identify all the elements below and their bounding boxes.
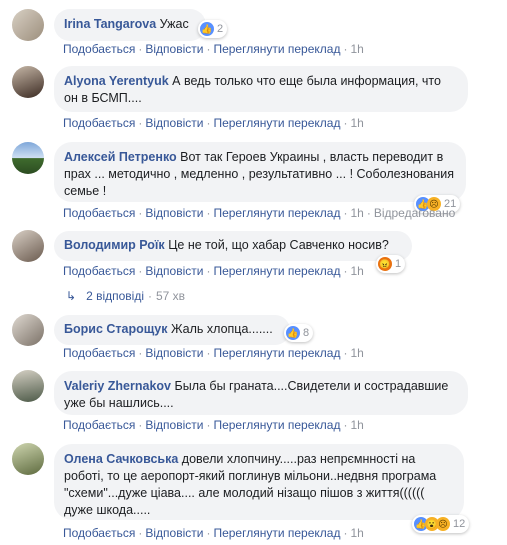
separator: ·: [138, 206, 143, 220]
reply-button[interactable]: Відповісти: [145, 42, 203, 56]
like-button[interactable]: Подобається: [63, 526, 135, 540]
like-button[interactable]: Подобається: [63, 206, 135, 220]
reply-button[interactable]: Відповісти: [145, 116, 203, 130]
separator: ·: [138, 264, 143, 278]
comment-time[interactable]: 1h: [350, 418, 363, 432]
separator: ·: [206, 526, 211, 540]
comment-actions: Подобається · Відповісти · Переглянути перек…: [63, 526, 364, 540]
reaction-summary[interactable]: 👍 2: [198, 20, 228, 38]
angry-icon: 😠: [378, 257, 392, 271]
comment-bubble: Володимир Роїк Це не той, що хабар Савче…: [54, 231, 412, 261]
separator: ·: [138, 42, 143, 56]
separator: ·: [138, 526, 143, 540]
reaction-summary[interactable]: 👍 😮 ☹ 12: [412, 515, 470, 533]
separator: ·: [343, 206, 348, 220]
comment-time[interactable]: 1h: [350, 264, 363, 278]
comment-actions: Подобається · Відповісти · Переглянути перек…: [63, 206, 455, 220]
comment-time[interactable]: 1h: [350, 42, 363, 56]
comment-author[interactable]: Олена Сачковська: [64, 452, 178, 466]
translate-button[interactable]: Переглянути переклад: [213, 346, 340, 360]
reply-button[interactable]: Відповісти: [145, 264, 203, 278]
reaction-count: 1: [395, 258, 402, 270]
comment-author[interactable]: Алексей Петренко: [64, 150, 177, 164]
avatar[interactable]: [12, 66, 44, 98]
reaction-count: 2: [217, 23, 224, 35]
comment-bubble: Олена Сачковська довели хлопчину.....раз…: [54, 444, 464, 520]
comment-actions: Подобається · Відповісти · Переглянути перек…: [63, 264, 364, 278]
reply-button[interactable]: Відповісти: [145, 526, 203, 540]
separator: ·: [343, 526, 348, 540]
translate-button[interactable]: Переглянути переклад: [213, 418, 340, 432]
comment-author[interactable]: Irina Tangarova: [64, 17, 156, 31]
like-button[interactable]: Подобається: [63, 418, 135, 432]
like-button[interactable]: Подобається: [63, 264, 135, 278]
comment-actions: Подобається · Відповісти · Переглянути перек…: [63, 116, 364, 130]
like-icon: 👍: [200, 22, 214, 36]
view-replies[interactable]: ↳ 2 відповіді · 57 хв: [66, 289, 185, 303]
avatar[interactable]: [12, 314, 44, 346]
comment-author[interactable]: Alyona Yerentyuk: [64, 74, 169, 88]
avatar[interactable]: [12, 443, 44, 475]
avatar[interactable]: [12, 9, 44, 41]
reaction-summary[interactable]: 😠 1: [376, 255, 406, 273]
translate-button[interactable]: Переглянути переклад: [213, 116, 340, 130]
translate-button[interactable]: Переглянути переклад: [213, 264, 340, 278]
reply-arrow-icon: ↳: [66, 289, 77, 303]
separator: ·: [343, 42, 348, 56]
comment-bubble: Alyona Yerentyuk А ведь только что еще б…: [54, 66, 468, 112]
separator: ·: [138, 418, 143, 432]
translate-button[interactable]: Переглянути переклад: [213, 42, 340, 56]
avatar[interactable]: [12, 370, 44, 402]
reaction-count: 12: [453, 518, 466, 530]
avatar[interactable]: [12, 142, 44, 174]
reaction-count: 8: [303, 327, 310, 339]
reply-button[interactable]: Відповісти: [145, 346, 203, 360]
avatar[interactable]: [12, 230, 44, 262]
comment-text: Це не той, що хабар Савченко носив?: [168, 238, 389, 252]
separator: ·: [366, 206, 371, 220]
reaction-summary[interactable]: 👍 8: [284, 324, 314, 342]
translate-button[interactable]: Переглянути переклад: [213, 206, 340, 220]
separator: ·: [343, 418, 348, 432]
separator: ·: [206, 264, 211, 278]
comment-author[interactable]: Борис Старощук: [64, 322, 168, 336]
comment-bubble: Борис Старощук Жаль хлопца.......: [54, 315, 290, 345]
like-button[interactable]: Подобається: [63, 42, 135, 56]
comment-actions: Подобається · Відповісти · Переглянути перек…: [63, 42, 364, 56]
separator: ·: [206, 206, 211, 220]
separator: ·: [206, 42, 211, 56]
comment-actions: Подобається · Відповісти · Переглянути перек…: [63, 418, 364, 432]
separator: ·: [343, 264, 348, 278]
like-button[interactable]: Подобається: [63, 346, 135, 360]
replies-time: 57 хв: [156, 289, 186, 303]
separator: ·: [148, 289, 152, 303]
comment-bubble: Irina Tangarova Ужас: [54, 9, 206, 41]
comment-time[interactable]: 1h: [350, 116, 363, 130]
comment-bubble: Алексей Петренко Вот так Героев Украины …: [54, 142, 466, 202]
translate-button[interactable]: Переглянути переклад: [213, 526, 340, 540]
like-button[interactable]: Подобається: [63, 116, 135, 130]
comment-actions: Подобається · Відповісти · Переглянути перек…: [63, 346, 364, 360]
like-icon: 👍: [286, 326, 300, 340]
comment-bubble: Valeriy Zhernakov Была бы граната....Сви…: [54, 371, 468, 415]
comment-time[interactable]: 1h: [350, 206, 363, 220]
edited-label[interactable]: Відредаговано: [374, 206, 455, 220]
comment-author[interactable]: Володимир Роїк: [64, 238, 165, 252]
comment-text: Жаль хлопца.......: [170, 322, 273, 336]
separator: ·: [343, 116, 348, 130]
reply-button[interactable]: Відповісти: [145, 418, 203, 432]
replies-count[interactable]: 2 відповіді: [86, 289, 144, 303]
separator: ·: [343, 346, 348, 360]
reply-button[interactable]: Відповісти: [145, 206, 203, 220]
separator: ·: [206, 346, 211, 360]
comment-author[interactable]: Valeriy Zhernakov: [64, 379, 171, 393]
comment-text: Ужас: [159, 17, 189, 31]
separator: ·: [206, 116, 211, 130]
sad-icon: ☹: [436, 517, 450, 531]
comment-time[interactable]: 1h: [350, 346, 363, 360]
separator: ·: [206, 418, 211, 432]
comment-time[interactable]: 1h: [350, 526, 363, 540]
separator: ·: [138, 116, 143, 130]
separator: ·: [138, 346, 143, 360]
